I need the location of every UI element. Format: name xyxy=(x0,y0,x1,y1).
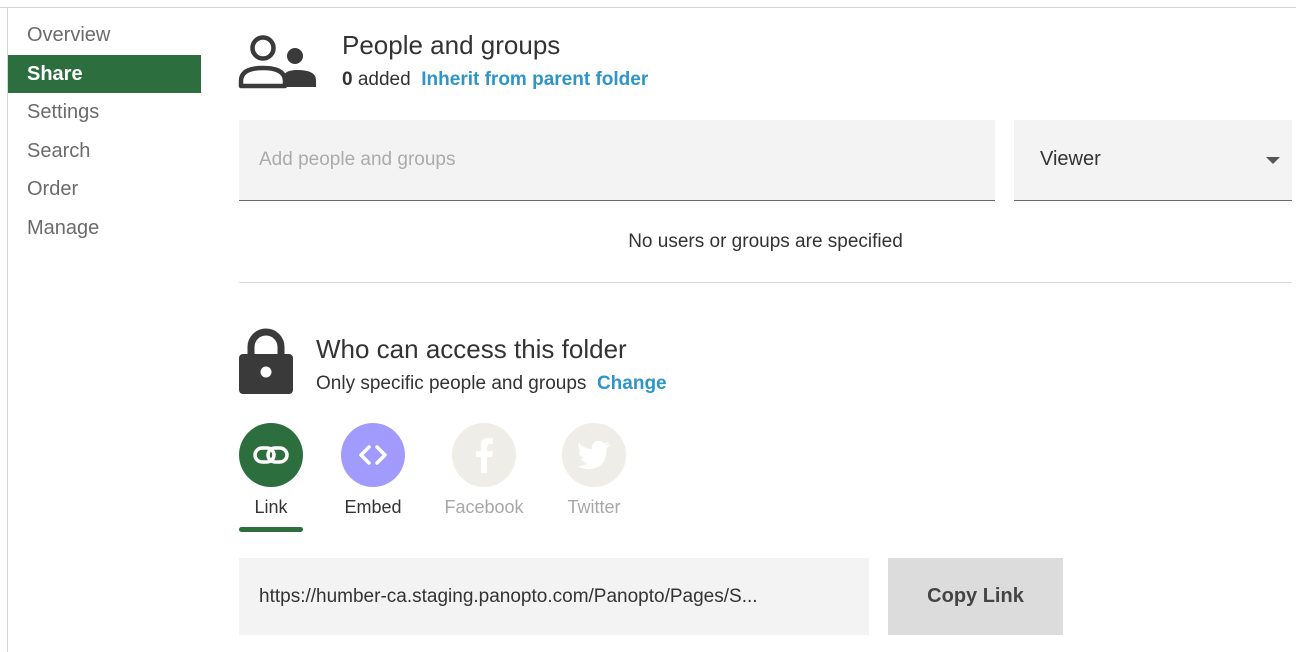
people-icon xyxy=(238,35,316,89)
access-title: Who can access this folder xyxy=(316,334,627,364)
sidebar-item-settings[interactable]: Settings xyxy=(8,93,201,132)
link-circle xyxy=(239,423,303,487)
sidebar-nav: Overview Share Settings Search Order Man… xyxy=(8,16,201,247)
access-summary: Only specific people and groups Change xyxy=(316,373,667,395)
sidebar-item-search[interactable]: Search xyxy=(8,132,201,171)
share-option-label: Facebook xyxy=(444,497,524,517)
role-select-dropdown[interactable]: Viewer xyxy=(1014,120,1292,201)
people-groups-title: People and groups xyxy=(342,30,561,60)
facebook-icon xyxy=(476,438,493,473)
people-added-summary: 0 added Inherit from parent folder xyxy=(342,69,648,91)
add-people-input[interactable] xyxy=(239,120,995,201)
facebook-circle xyxy=(452,423,516,487)
link-icon xyxy=(253,446,289,464)
share-option-facebook[interactable]: Facebook xyxy=(439,423,529,518)
share-option-link[interactable]: Link xyxy=(226,423,316,518)
twitter-icon xyxy=(577,441,610,469)
change-access-link[interactable]: Change xyxy=(597,373,667,394)
embed-circle xyxy=(341,423,405,487)
frame-top-border xyxy=(0,7,1296,8)
sidebar-item-order[interactable]: Order xyxy=(8,170,201,209)
share-option-twitter[interactable]: Twitter xyxy=(549,423,639,518)
section-divider xyxy=(239,282,1292,283)
added-count: 0 xyxy=(342,69,353,90)
role-select-value: Viewer xyxy=(1040,148,1101,170)
code-icon xyxy=(359,445,387,465)
sidebar-item-manage[interactable]: Manage xyxy=(8,209,201,248)
inherit-parent-link[interactable]: Inherit from parent folder xyxy=(421,69,648,90)
caret-down-icon xyxy=(1266,157,1280,164)
empty-users-message: No users or groups are specified xyxy=(628,231,903,252)
added-suffix: added xyxy=(352,69,411,90)
share-option-label: Link xyxy=(254,497,288,517)
share-option-embed[interactable]: Embed xyxy=(328,423,418,518)
sidebar-item-overview[interactable]: Overview xyxy=(8,16,201,55)
selected-option-indicator xyxy=(239,527,303,532)
lock-icon xyxy=(239,328,293,394)
share-option-label: Embed xyxy=(344,497,402,517)
share-url-field[interactable]: https://humber-ca.staging.panopto.com/Pa… xyxy=(239,558,869,635)
share-option-label: Twitter xyxy=(567,497,621,517)
sidebar-item-share[interactable]: Share xyxy=(8,54,201,93)
copy-link-button[interactable]: Copy Link xyxy=(888,558,1063,635)
access-level-text: Only specific people and groups xyxy=(316,373,587,394)
twitter-circle xyxy=(562,423,626,487)
